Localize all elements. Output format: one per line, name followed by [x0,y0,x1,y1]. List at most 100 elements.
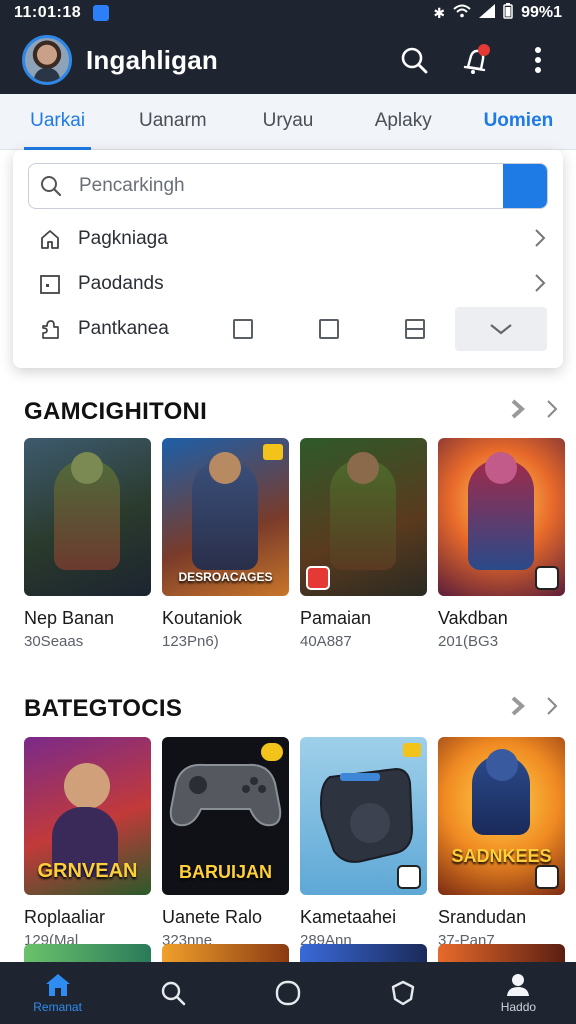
game-thumbnail: DESROACAGES [162,438,289,596]
nav-label: Haddo [500,1000,537,1014]
thumbnail-banner: SADNKEES [451,846,552,866]
badge-icon [397,865,421,889]
nav-search[interactable] [115,962,230,1024]
game-thumbnail[interactable] [438,944,565,964]
game-thumbnail[interactable] [300,944,427,964]
header-actions [398,44,554,76]
game-title: Roplaaliar [24,907,106,927]
tab-uarkai[interactable]: Uarkai [0,94,115,150]
gamepad-icon [169,763,282,827]
battery-icon [503,2,513,24]
status-bar: 11:01:18 ✱ 99%1 [0,0,576,26]
game-card[interactable]: BARUIJAN Uanete Ralo 323nne [162,737,289,949]
section-title: GAMCIGHITONI [24,398,208,425]
search-button[interactable] [398,44,430,76]
menu-item-label: Paodands [78,273,164,294]
double-chevron-icon[interactable] [510,398,528,420]
battery-level: 99%1 [521,4,562,21]
app-screen: 11:01:18 ✱ 99%1 Ingahligan Uarkai Uanarm… [0,0,576,1024]
badge-icon [403,743,421,757]
section-nav [510,398,558,420]
more-vert-icon [535,47,541,73]
search-icon [29,164,73,208]
menu-item-paodands[interactable]: Paodands [13,262,563,306]
chevron-right-icon [533,272,547,299]
chevron-down-icon [490,324,512,335]
more-options-button[interactable] [522,44,554,76]
badge-icon [535,865,559,889]
game-subtitle: 123Pn6) [162,633,219,650]
chevron-right-icon[interactable] [546,696,558,716]
chevron-right-icon [533,227,547,254]
game-carousel: Nep Banan 30Seaas DESROACAGES Koutaniok … [24,438,565,650]
game-thumbnail[interactable] [24,944,151,964]
game-thumbnail [438,438,565,596]
tab-uanarm[interactable]: Uanarm [115,94,230,150]
tab-uryau[interactable]: Uryau [230,94,345,150]
search-submit-button[interactable] [503,164,547,208]
avatar[interactable] [22,35,72,85]
game-card[interactable]: SADNKEES Srandudan 37-Pan7 [438,737,565,949]
bluetooth-icon: ✱ [433,4,446,21]
expand-button[interactable] [455,307,547,351]
menu-item-pagkniaga[interactable]: Pagkniaga [13,217,563,261]
game-title: Pamaian [300,608,372,628]
game-thumbnail [24,438,151,596]
game-title: Uanete Ralo [162,907,263,927]
nav-shield[interactable] [346,962,461,1024]
app-notification-icon [93,5,110,21]
wifi-icon [453,4,471,23]
game-subtitle: 40A887 [300,633,352,650]
game-title: Koutaniok [162,608,243,628]
tab-aplaky[interactable]: Aplaky [346,94,461,150]
game-title: Vakdban [438,608,508,628]
tab-uomien[interactable]: Uomien [461,94,576,150]
game-card[interactable]: Vakdban 201(BG3 [438,438,565,650]
app-title: Ingahligan [86,44,218,75]
checkbox-option-1[interactable] [233,319,253,339]
section-nav [510,695,558,717]
search-input[interactable] [73,164,503,208]
next-carousel-peek [24,944,565,964]
chevron-right-icon[interactable] [546,399,558,419]
app-header: Ingahligan [0,26,576,94]
nav-profile[interactable]: Haddo [461,962,576,1024]
menu-item-label: Pantkanea [78,318,169,339]
game-thumbnail: GRNVEAN [24,737,151,895]
game-thumbnail: SADNKEES [438,737,565,895]
game-card[interactable]: Kametaahei 289Ann [300,737,427,949]
menu-item-label: Pagkniaga [78,228,168,249]
game-subtitle: 201(BG3 [438,633,499,650]
menu-item-pantkanea[interactable]: Pantkanea [13,307,563,351]
game-thumbnail[interactable] [162,944,289,964]
home-icon [45,974,70,996]
nav-library[interactable] [230,962,345,1024]
home-icon [38,227,62,251]
search-icon [401,47,428,74]
puzzle-icon [38,317,62,341]
thumbnail-banner: GRNVEAN [37,860,138,882]
game-card[interactable]: GRNVEAN Roplaaliar 129(Mal [24,737,151,949]
badge-icon [263,444,283,460]
badge-icon [535,566,559,590]
shield-icon [392,980,415,1006]
game-thumbnail [300,438,427,596]
search-field [28,163,548,209]
search-icon [161,981,186,1006]
double-chevron-icon[interactable] [510,695,528,717]
option-checkboxes [233,307,425,351]
status-time: 11:01:18 [14,4,82,21]
nav-home[interactable]: Remanat [0,962,115,1024]
checkbox-option-3[interactable] [405,319,425,339]
nav-label: Remanat [33,1000,82,1014]
game-card[interactable]: Nep Banan 30Seaas [24,438,151,650]
game-carousel: GRNVEAN Roplaaliar 129(Mal BARUIJAN Uane… [24,737,565,949]
game-card[interactable]: DESROACAGES Koutaniok 123Pn6) [162,438,289,650]
checkbox-option-2[interactable] [319,319,339,339]
thumbnail-banner: DESROACAGES [178,570,273,584]
signal-icon [479,3,496,23]
search-dropdown: Pagkniaga Paodands Pantkanea [13,150,563,368]
notifications-button[interactable] [460,44,492,76]
game-card[interactable]: Pamaian 40A887 [300,438,427,650]
game-thumbnail [300,737,427,895]
